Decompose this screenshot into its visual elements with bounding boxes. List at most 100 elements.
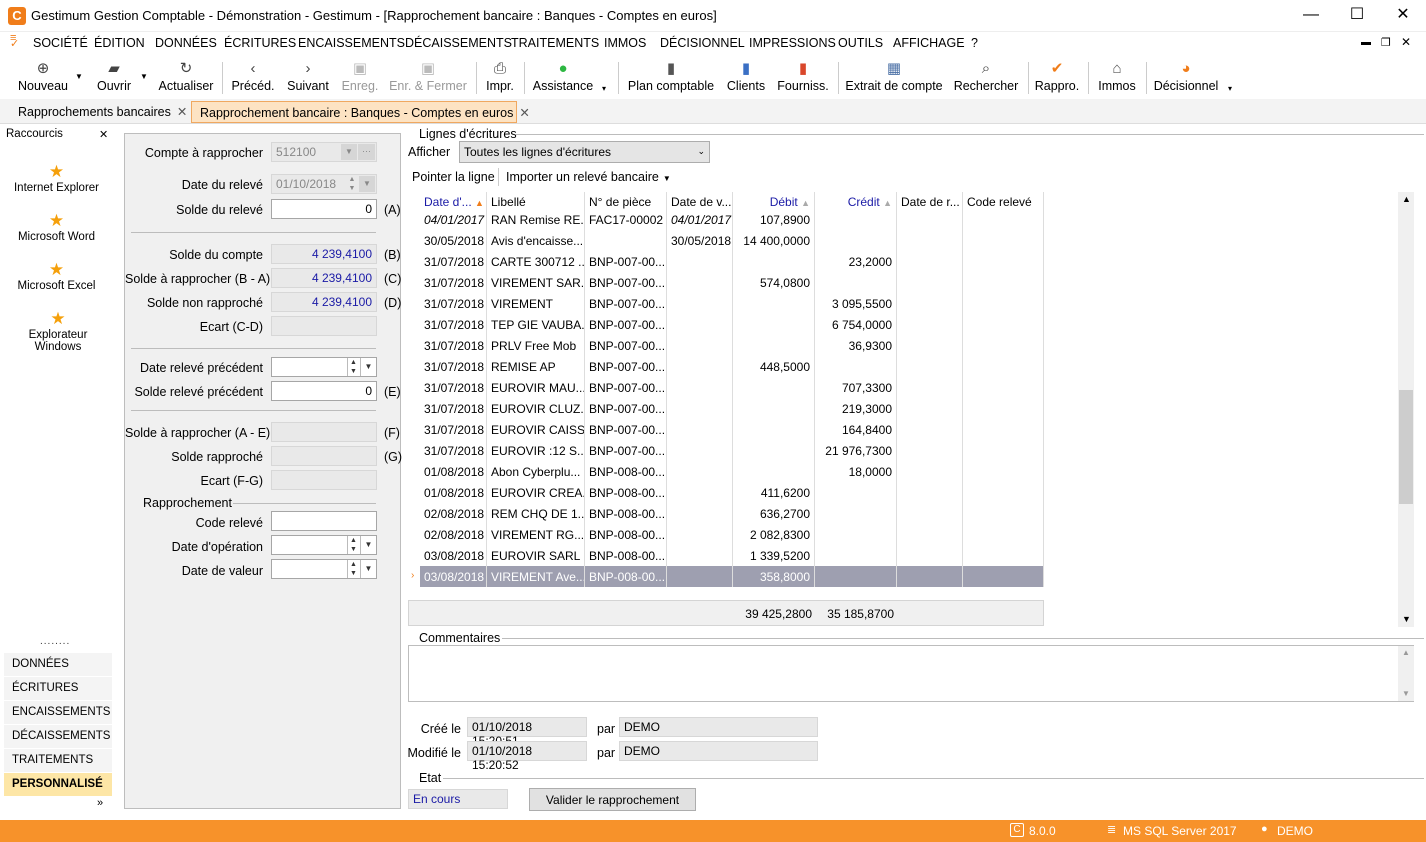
assistance-button[interactable]: ● Assistance <box>531 58 595 98</box>
child-close-icon[interactable]: ✕ <box>1401 35 1411 49</box>
spin-icon[interactable]: ▲ ▼ <box>347 560 359 578</box>
comments-textarea[interactable]: ▲ ▼ <box>408 645 1414 702</box>
refresh-button[interactable]: ↻ Actualiser <box>158 58 214 98</box>
close-panel-icon[interactable]: ✕ <box>99 128 108 141</box>
scrollbar-thumb[interactable] <box>1399 390 1413 504</box>
table-row[interactable]: 31/07/2018 REMISE AP BNP-007-00... 448,5000 <box>420 356 1044 377</box>
table-row[interactable]: 31/07/2018 PRLV Free Mob BNP-007-00... 36,9… <box>420 335 1044 356</box>
search-button[interactable]: ⌕ Rechercher <box>952 58 1020 98</box>
shortcut-explorer[interactable]: ★ Explorateur Windows <box>24 309 92 353</box>
reconcile-button[interactable]: ✔ Rappro. <box>1034 58 1080 98</box>
menu-ecritures[interactable]: ÉCRITURES <box>224 36 296 50</box>
open-button[interactable]: ▰ Ouvrir ▼ <box>92 58 148 98</box>
child-minimize-icon[interactable]: ▬ <box>1361 37 1371 48</box>
save-button[interactable]: ▣ Enreg. <box>340 58 380 98</box>
next-button[interactable]: › Suivant <box>284 58 332 98</box>
previous-statement-date-field[interactable]: ▲ ▼ ▼ <box>271 357 377 377</box>
new-button[interactable]: ⊕ Nouveau ▼ <box>12 58 83 98</box>
table-row[interactable]: 31/07/2018 EUROVIR CLUZ... BNP-007-00... 21… <box>420 398 1044 419</box>
toolbar-overflow-icon[interactable]: ▾ <box>602 84 606 93</box>
menu-help[interactable]: ? <box>971 36 978 50</box>
nav-donnees[interactable]: DONNÉES <box>4 652 112 676</box>
scroll-up-icon[interactable]: ▲ <box>1402 194 1411 204</box>
close-tab-icon[interactable]: ✕ <box>177 105 187 119</box>
menu-societe[interactable]: SOCIÉTÉ <box>33 36 88 50</box>
scroll-down-icon[interactable]: ▼ <box>1402 689 1410 698</box>
tab-rapprochements[interactable]: Rapprochements bancaires ✕ <box>10 101 188 123</box>
save-close-button[interactable]: ▣ Enr. & Fermer <box>388 58 468 98</box>
menu-decisionnel[interactable]: DÉCISIONNEL <box>660 36 745 50</box>
panel-splitter[interactable]: ........ <box>40 636 70 647</box>
comments-scrollbar[interactable]: ▲ ▼ <box>1398 646 1414 701</box>
more-nav-icon[interactable]: » <box>97 797 103 809</box>
print-button[interactable]: ⎙ Impr. <box>482 58 518 98</box>
table-row[interactable]: 31/07/2018 EUROVIR CAISS... BNP-007-00... 1… <box>420 419 1044 440</box>
table-row[interactable]: 03/08/2018 EUROVIR SARL ... BNP-008-00... 1… <box>420 545 1044 566</box>
menu-decaissements[interactable]: DÉCAISSEMENTS <box>405 36 512 50</box>
validate-reconciliation-button[interactable]: Valider le rapprochement <box>529 788 696 811</box>
value-date-field[interactable]: ▲ ▼ ▼ <box>271 559 377 579</box>
tab-rapprochement-active[interactable]: Rapprochement bancaire : Banques - Compt… <box>191 101 530 123</box>
grid-scrollbar[interactable]: ▲ ▼ <box>1398 192 1414 627</box>
suppliers-button[interactable]: ▮ Fourniss. <box>776 58 830 98</box>
dropdown-arrow-icon[interactable]: ▼ <box>360 358 376 376</box>
dropdown-arrow-icon[interactable]: ▼ <box>360 536 376 554</box>
point-line-button[interactable]: Pointer la ligne <box>412 170 495 184</box>
table-row[interactable]: 31/07/2018 TEP GIE VAUBA... BNP-007-00... 6… <box>420 314 1044 335</box>
dropdown-arrow-icon[interactable]: ▼ <box>359 176 375 192</box>
menu-donnees[interactable]: DONNÉES <box>155 36 217 50</box>
table-row[interactable]: 31/07/2018 EUROVIR MAU... BNP-007-00... 707… <box>420 377 1044 398</box>
spin-icon[interactable]: ▲ ▼ <box>346 175 358 193</box>
chart-of-accounts-button[interactable]: ▮ Plan comptable <box>626 58 716 98</box>
table-row[interactable]: 30/05/2018 Avis d'encaisse... 30/05/2018 14… <box>420 230 1044 251</box>
menu-edition[interactable]: ÉDITION <box>94 36 145 50</box>
table-row[interactable]: 04/01/2017 RAN Remise RE... FAC17-00002 04/… <box>420 209 1044 230</box>
nav-encaissements[interactable]: ENCAISSEMENTS <box>4 700 112 724</box>
table-row[interactable]: 03/08/2018 VIREMENT Ave... BNP-008-00... 35… <box>420 566 1044 587</box>
toolbar-overflow-icon[interactable]: ▾ <box>1228 84 1232 93</box>
nav-decaissements[interactable]: DÉCAISSEMENTS <box>4 724 112 748</box>
menu-encaissements[interactable]: ENCAISSEMENTS <box>298 36 405 50</box>
spin-icon[interactable]: ▲ ▼ <box>347 536 359 554</box>
minimize-button[interactable]: — <box>1288 0 1334 32</box>
table-row[interactable]: 31/07/2018 VIREMENT SAR... BNP-007-00... 57… <box>420 272 1044 293</box>
account-statement-button[interactable]: ▦ Extrait de compte <box>845 58 943 98</box>
menu-immos[interactable]: IMMOS <box>604 36 646 50</box>
shortcut-word[interactable]: ★ Microsoft Word <box>0 211 113 243</box>
spin-icon[interactable]: ▲ ▼ <box>347 358 359 376</box>
table-row[interactable]: 01/08/2018 Abon Cyberplu... BNP-008-00... 1… <box>420 461 1044 482</box>
account-field[interactable]: 512100 ▼ ··· <box>271 142 377 162</box>
statement-code-input[interactable] <box>271 511 377 531</box>
close-button[interactable]: ✕ <box>1380 0 1426 32</box>
table-row[interactable]: 31/07/2018 CARTE 300712 ... BNP-007-00... 2… <box>420 251 1044 272</box>
table-row[interactable]: 01/08/2018 EUROVIR CREA... BNP-008-00... 41… <box>420 482 1044 503</box>
nav-traitements[interactable]: TRAITEMENTS <box>4 748 112 772</box>
operation-date-field[interactable]: ▲ ▼ ▼ <box>271 535 377 555</box>
nav-personnalise[interactable]: PERSONNALISÉ <box>4 772 112 796</box>
child-restore-icon[interactable]: ❐ <box>1381 36 1391 49</box>
previous-button[interactable]: ‹ Précéd. <box>230 58 276 98</box>
menu-impressions[interactable]: IMPRESSIONS <box>749 36 836 50</box>
statement-date-field[interactable]: 01/10/2018 ▲ ▼ ▼ <box>271 174 377 194</box>
scroll-down-icon[interactable]: ▼ <box>1402 614 1411 624</box>
fixed-assets-button[interactable]: ⌂ Immos <box>1095 58 1139 98</box>
nav-ecritures[interactable]: ÉCRITURES <box>4 676 112 700</box>
ellipsis-icon[interactable]: ··· <box>358 144 375 160</box>
statement-balance-input[interactable]: 0 <box>271 199 377 219</box>
display-filter-select[interactable]: Toutes les lignes d'écritures ⌄ <box>459 141 710 163</box>
dropdown-arrow-icon[interactable]: ▼ <box>140 72 148 81</box>
dropdown-arrow-icon[interactable]: ▼ <box>341 144 357 160</box>
import-statement-button[interactable]: Importer un relevé bancaire ▼ <box>506 170 671 184</box>
decision-button[interactable]: ◕ Décisionnel <box>1152 58 1220 98</box>
shortcut-excel[interactable]: ★ Microsoft Excel <box>0 260 113 292</box>
menu-affichage[interactable]: AFFICHAGE <box>893 36 965 50</box>
table-row[interactable]: 31/07/2018 EUROVIR :12 S... BNP-007-00... 2… <box>420 440 1044 461</box>
dropdown-arrow-icon[interactable]: ▼ <box>360 560 376 578</box>
table-row[interactable]: 02/08/2018 VIREMENT RG... BNP-008-00... 2 0… <box>420 524 1044 545</box>
close-tab-icon[interactable]: ✕ <box>519 106 529 120</box>
table-row[interactable]: 31/07/2018 VIREMENT BNP-007-00... 3 095,550… <box>420 293 1044 314</box>
scroll-up-icon[interactable]: ▲ <box>1402 648 1410 657</box>
menu-outils[interactable]: OUTILS <box>838 36 883 50</box>
shortcut-internet-explorer[interactable]: ★ Internet Explorer <box>0 162 113 194</box>
dropdown-arrow-icon[interactable]: ▼ <box>75 72 83 81</box>
